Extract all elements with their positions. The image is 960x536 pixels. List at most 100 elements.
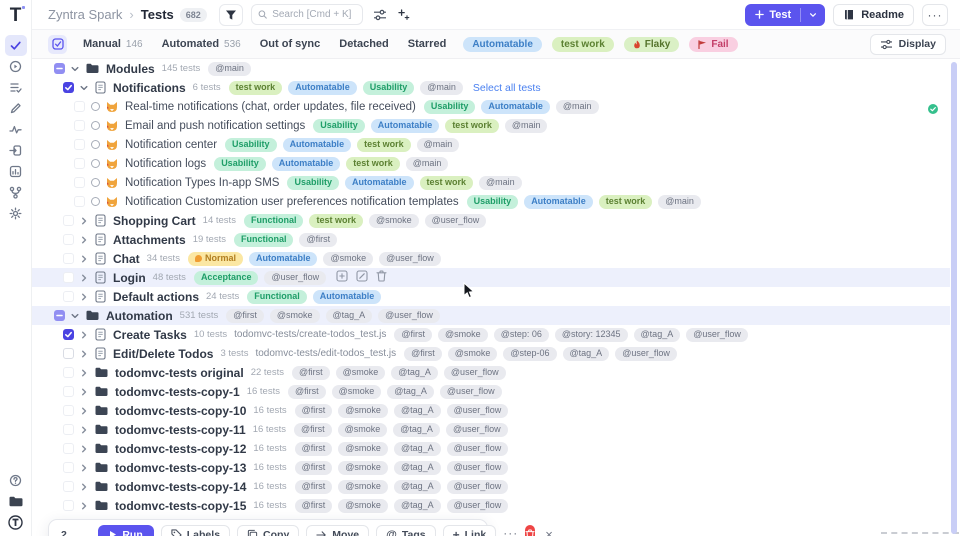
row-checkbox-checked[interactable] bbox=[63, 329, 74, 340]
tag-pill[interactable]: @user_flow bbox=[264, 271, 326, 285]
add-test-dropdown[interactable] bbox=[801, 11, 825, 19]
tag-pill[interactable]: @main bbox=[479, 176, 522, 190]
expander-expand[interactable] bbox=[79, 425, 89, 435]
tag-pill[interactable]: @smoke bbox=[369, 214, 419, 228]
tag-pill[interactable]: Automatable bbox=[313, 290, 382, 304]
suite-row[interactable]: Notifications6 teststest workAutomatable… bbox=[32, 78, 950, 97]
tag-pill[interactable]: @user_flow bbox=[379, 252, 441, 266]
sidebar-item-import-box[interactable] bbox=[5, 140, 27, 161]
expander-expand[interactable] bbox=[79, 254, 89, 264]
tag-pill[interactable]: Usability bbox=[467, 195, 519, 209]
filter-item-automated[interactable]: Automated536 bbox=[162, 38, 241, 50]
filter-chip-test-work[interactable]: test work bbox=[552, 37, 614, 52]
expander-expand[interactable] bbox=[79, 444, 89, 454]
tag-pill[interactable]: @tag_A bbox=[387, 385, 434, 399]
tag-pill[interactable]: @main bbox=[417, 138, 460, 152]
tag-pill[interactable]: @tag_A bbox=[393, 423, 440, 437]
sidebar-item-runs-play[interactable] bbox=[5, 56, 27, 77]
tag-pill[interactable]: @smoke bbox=[338, 499, 388, 513]
tag-pill[interactable]: Automatable bbox=[283, 138, 352, 152]
expander-expand[interactable] bbox=[79, 273, 89, 283]
tag-pill[interactable]: Automatable bbox=[481, 100, 550, 114]
filter-chip-flaky[interactable]: Flaky bbox=[624, 37, 680, 52]
test-row[interactable]: Real-time notifications (chat, order upd… bbox=[32, 97, 950, 116]
sidebar-item-tests-check[interactable] bbox=[5, 35, 27, 56]
tag-pill[interactable]: @main bbox=[556, 100, 599, 114]
tag-pill[interactable]: Usability bbox=[313, 119, 365, 133]
run-button[interactable]: Run bbox=[98, 525, 153, 536]
sidebar-item-help[interactable] bbox=[5, 470, 27, 491]
row-checkbox-faint[interactable] bbox=[63, 462, 74, 473]
expander-expand[interactable] bbox=[79, 482, 89, 492]
expander-expand[interactable] bbox=[79, 368, 89, 378]
filter-item-detached[interactable]: Detached bbox=[339, 38, 389, 50]
row-checkbox-faint[interactable] bbox=[63, 234, 74, 245]
vertical-scrollbar[interactable] bbox=[951, 62, 957, 534]
tag-pill[interactable]: @story: 12345 bbox=[555, 328, 628, 342]
tag-pill[interactable]: @smoke bbox=[338, 461, 388, 475]
expander-expand[interactable] bbox=[79, 501, 89, 511]
tag-pill[interactable]: @tag_A bbox=[394, 442, 441, 456]
tag-pill[interactable]: test work bbox=[357, 138, 411, 152]
display-button[interactable]: Display bbox=[870, 34, 946, 55]
tag-pill[interactable]: @first bbox=[404, 347, 442, 361]
test-row[interactable]: Notification logsUsabilityAutomatabletes… bbox=[32, 154, 950, 173]
suite-row[interactable]: Automation531 tests@first@smoke@tag_A@us… bbox=[32, 306, 950, 325]
tag-pill[interactable]: @main bbox=[420, 81, 463, 95]
add-child-button[interactable] bbox=[336, 269, 348, 287]
tag-pill[interactable]: @user_flow bbox=[440, 385, 502, 399]
suite-row[interactable]: todomvc-tests-copy-116 tests@first@smoke… bbox=[32, 382, 950, 401]
filter-item-starred[interactable]: Starred bbox=[408, 38, 447, 50]
sidebar-item-report-box[interactable] bbox=[5, 161, 27, 182]
sidebar-item-branch[interactable] bbox=[5, 182, 27, 203]
tag-pill[interactable]: Normal bbox=[188, 252, 243, 266]
row-checkbox-faint[interactable] bbox=[63, 291, 74, 302]
filter-item-manual[interactable]: Manual146 bbox=[83, 38, 143, 50]
expander-expand[interactable] bbox=[79, 349, 89, 359]
expander-expand[interactable] bbox=[79, 235, 89, 245]
sidebar-item-plans-list[interactable] bbox=[5, 77, 27, 98]
tag-pill[interactable]: Functional bbox=[244, 214, 304, 228]
tag-pill[interactable]: Automatable bbox=[371, 119, 440, 133]
suite-row[interactable]: todomvc-tests-copy-1116 tests@first@smok… bbox=[32, 420, 950, 439]
tag-pill[interactable]: @step: 06 bbox=[494, 328, 549, 342]
tag-pill[interactable]: @tag_A bbox=[394, 404, 441, 418]
tag-pill[interactable]: Usability bbox=[287, 176, 339, 190]
tag-pill[interactable]: @tag_A bbox=[394, 499, 441, 513]
tag-pill[interactable]: Acceptance bbox=[194, 271, 259, 285]
select-mode-button[interactable] bbox=[48, 35, 67, 54]
test-row[interactable]: Email and push notification settingsUsab… bbox=[32, 116, 950, 135]
tag-pill[interactable]: @smoke bbox=[336, 366, 386, 380]
select-all-tests-link[interactable]: Select all tests bbox=[473, 82, 541, 94]
suite-row[interactable]: Attachments19 testsFunctional@first bbox=[32, 230, 950, 249]
tag-pill[interactable]: @user_flow bbox=[425, 214, 487, 228]
tag-pill[interactable]: @smoke bbox=[338, 480, 388, 494]
row-checkbox-faint[interactable] bbox=[63, 424, 74, 435]
tag-pill[interactable]: Usability bbox=[363, 81, 415, 95]
tag-pill[interactable]: @user_flow bbox=[447, 461, 509, 475]
row-checkbox-faint[interactable] bbox=[74, 177, 85, 188]
suite-row[interactable]: Default actions24 testsFunctionalAutomat… bbox=[32, 287, 950, 306]
tag-pill[interactable]: @first bbox=[295, 480, 333, 494]
tag-pill[interactable]: @tag_A bbox=[394, 480, 441, 494]
selection-count-link[interactable]: 2 suites bbox=[61, 529, 91, 536]
copy-button[interactable]: Copy bbox=[237, 525, 299, 536]
tag-pill[interactable]: @first bbox=[288, 385, 326, 399]
suite-row[interactable]: todomvc-tests-copy-1216 tests@first@smok… bbox=[32, 439, 950, 458]
toolbar-more-button[interactable]: ··· bbox=[503, 526, 518, 536]
row-checkbox-faint[interactable] bbox=[74, 139, 85, 150]
sidebar-item-logo-badge[interactable] bbox=[5, 512, 27, 533]
test-row[interactable]: Notification centerUsabilityAutomatablet… bbox=[32, 135, 950, 154]
row-checkbox-faint[interactable] bbox=[63, 481, 74, 492]
tag-pill[interactable]: @tag_A bbox=[634, 328, 681, 342]
toolbar-close-button[interactable]: × bbox=[542, 527, 556, 536]
filter-item-out-of-sync[interactable]: Out of sync bbox=[260, 38, 321, 50]
suite-row[interactable]: Create Tasks10 teststodomvc-tests/create… bbox=[32, 325, 950, 344]
add-test-button[interactable]: Test bbox=[745, 4, 825, 26]
tag-pill[interactable]: @user_flow bbox=[686, 328, 748, 342]
suite-row[interactable]: Modules145 tests@main bbox=[32, 59, 950, 78]
tag-pill[interactable]: @user_flow bbox=[446, 423, 508, 437]
tag-pill[interactable]: @first bbox=[226, 309, 264, 323]
tag-pill[interactable]: @main bbox=[208, 62, 251, 76]
labels-button[interactable]: Labels bbox=[161, 525, 230, 536]
